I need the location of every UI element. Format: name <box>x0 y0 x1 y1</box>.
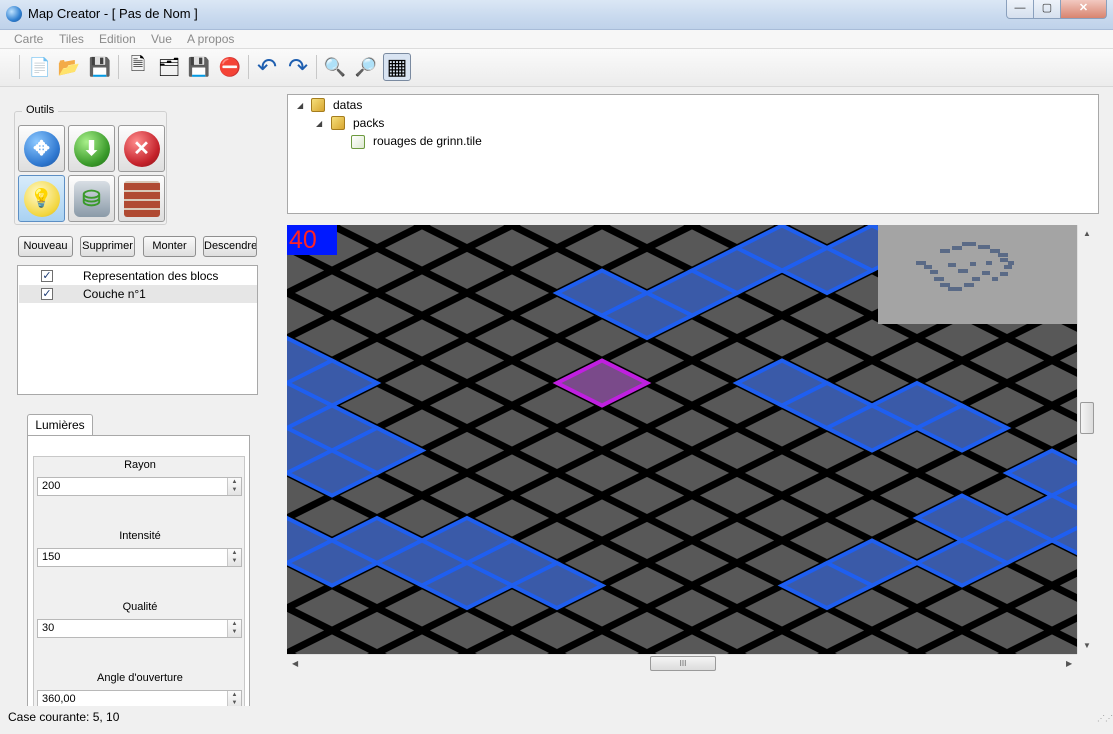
resize-grip-icon[interactable]: ⋰⋰ <box>1097 715 1113 728</box>
menu-a-propos[interactable]: A propos <box>187 32 234 46</box>
new-tile-icon[interactable]: 🗎 <box>124 53 152 81</box>
app-globe-icon <box>6 6 22 22</box>
minimap-shape <box>916 242 1014 291</box>
rayon-value: 200 <box>42 480 61 492</box>
rayon-label: Rayon <box>124 459 156 471</box>
scroll-right-icon[interactable]: ▶ <box>1066 659 1072 668</box>
wall-tool-button[interactable]: ▦ <box>118 175 165 222</box>
spin-arrows-icon[interactable]: ▲ ▼ <box>227 620 241 637</box>
delete-tile-icon[interactable]: ⛔ <box>216 53 244 81</box>
tree-node-packs[interactable]: packs <box>353 116 384 130</box>
menu-vue[interactable]: Vue <box>151 32 172 46</box>
zoom-in-icon[interactable]: 🔎 <box>352 53 380 81</box>
scroll-up-icon[interactable]: ▲ <box>1083 229 1091 238</box>
rayon-spinbox[interactable]: 200 ▲ ▼ <box>37 477 242 496</box>
tab-lumieres[interactable]: Lumières <box>27 414 93 436</box>
toolbar-separator <box>118 55 119 79</box>
open-tile-icon[interactable]: 🗂 <box>155 53 183 81</box>
angle-label: Angle d'ouverture <box>97 672 183 684</box>
database-tool-button[interactable]: ⛁ <box>68 175 115 222</box>
expand-arrow-icon[interactable]: ◢ <box>316 119 322 128</box>
move-down-button[interactable]: Descendre <box>203 236 257 257</box>
map-canvas[interactable]: 40 <box>287 225 1077 654</box>
grid-icon[interactable]: ▦ <box>383 53 411 81</box>
tile-file-icon <box>351 135 365 149</box>
toolbar-separator <box>248 55 249 79</box>
new-map-icon[interactable]: 📄 <box>26 53 54 81</box>
minimize-button[interactable]: — <box>1006 0 1034 19</box>
brick-wall-icon: ▦ <box>123 180 160 217</box>
intensite-spinbox[interactable]: 150 ▲ ▼ <box>37 548 242 567</box>
layer-checkbox[interactable]: ✓ <box>41 288 53 300</box>
move-up-button[interactable]: Monter <box>143 236 196 257</box>
layer-item[interactable]: ✓ Couche n°1 <box>19 285 257 303</box>
folder-icon <box>311 98 325 112</box>
intensite-label: Intensité <box>119 530 161 542</box>
angle-spinbox[interactable]: 360,00 ▲ ▼ <box>37 690 242 706</box>
horizontal-scrollbar[interactable]: ◀ III ▶ <box>287 654 1077 672</box>
tile-tree: ◢ datas ◢ packs rouages de grinn.tile <box>287 94 1099 214</box>
menu-edition[interactable]: Edition <box>99 32 136 46</box>
save-icon[interactable]: 💾 <box>86 53 114 81</box>
add-tool-button[interactable]: ⬇ <box>68 125 115 172</box>
fps-counter: 40 <box>287 225 337 255</box>
qualite-spinbox[interactable]: 30 ▲ ▼ <box>37 619 242 638</box>
toolbar-separator <box>19 55 20 79</box>
tree-node-datas[interactable]: datas <box>333 98 362 112</box>
vertical-scroll-thumb[interactable] <box>1080 402 1094 434</box>
minimap[interactable] <box>878 225 1077 324</box>
zoom-out-icon[interactable]: 🔍 <box>321 53 349 81</box>
new-layer-button[interactable]: Nouveau <box>18 236 73 257</box>
layer-label: Representation des blocs <box>83 269 219 283</box>
layer-list: ✓ Representation des blocs ✓ Couche n°1 <box>17 265 258 395</box>
expand-arrow-icon[interactable]: ◢ <box>297 101 303 110</box>
angle-value: 360,00 <box>42 693 76 705</box>
scroll-down-icon[interactable]: ▼ <box>1083 641 1091 650</box>
spin-arrows-icon[interactable]: ▲ ▼ <box>227 549 241 566</box>
current-cell-status: Case courante: 5, 10 <box>8 710 120 724</box>
light-bulb-icon: 💡 <box>23 180 60 217</box>
qualite-value: 30 <box>42 622 55 634</box>
intensite-value: 150 <box>42 551 61 563</box>
status-bar <box>0 706 1113 734</box>
lights-form: Rayon 200 ▲ ▼ Intensité 150 ▲ ▼ Qualité 30… <box>33 456 245 706</box>
redo-icon[interactable]: ↷ <box>284 53 312 81</box>
lights-panel: Rayon 200 ▲ ▼ Intensité 150 ▲ ▼ Qualité 30… <box>27 435 250 707</box>
red-x-icon: ✕ <box>123 130 160 167</box>
down-arrow-icon: ⬇ <box>73 130 110 167</box>
spin-arrows-icon[interactable]: ▲ ▼ <box>227 478 241 495</box>
open-folder-icon[interactable]: 📂 <box>55 53 83 81</box>
close-button[interactable]: ✕ <box>1060 0 1107 19</box>
move-tool-button[interactable]: ✥ <box>18 125 65 172</box>
tools-group-label: Outils <box>22 104 59 116</box>
scroll-left-icon[interactable]: ◀ <box>292 659 298 668</box>
horizontal-scroll-thumb[interactable]: III <box>650 656 716 671</box>
save-tile-icon[interactable]: 💾 <box>185 53 213 81</box>
menu-carte[interactable]: Carte <box>14 32 43 46</box>
undo-icon[interactable]: ↶ <box>253 53 281 81</box>
database-icon: ⛁ <box>73 180 110 217</box>
menu-tiles[interactable]: Tiles <box>59 32 84 46</box>
layer-label: Couche n°1 <box>83 287 146 301</box>
light-tool-button[interactable]: 💡 <box>18 175 65 222</box>
layer-item[interactable]: ✓ Representation des blocs <box>19 267 257 285</box>
delete-tool-button[interactable]: ✕ <box>118 125 165 172</box>
delete-layer-button[interactable]: Supprimer <box>80 236 135 257</box>
vertical-scrollbar[interactable]: ▲ ▼ <box>1077 225 1094 654</box>
spin-arrows-icon[interactable]: ▲ ▼ <box>227 691 241 706</box>
window-title: Map Creator - [ Pas de Nom ] <box>28 6 198 21</box>
toolbar-separator <box>316 55 317 79</box>
folder-icon <box>331 116 345 130</box>
maximize-button[interactable]: ▢ <box>1033 0 1061 19</box>
qualite-label: Qualité <box>122 601 158 613</box>
layer-checkbox[interactable]: ✓ <box>41 270 53 282</box>
tree-node-tile-file[interactable]: rouages de grinn.tile <box>373 134 482 148</box>
move-arrows-icon: ✥ <box>23 130 60 167</box>
